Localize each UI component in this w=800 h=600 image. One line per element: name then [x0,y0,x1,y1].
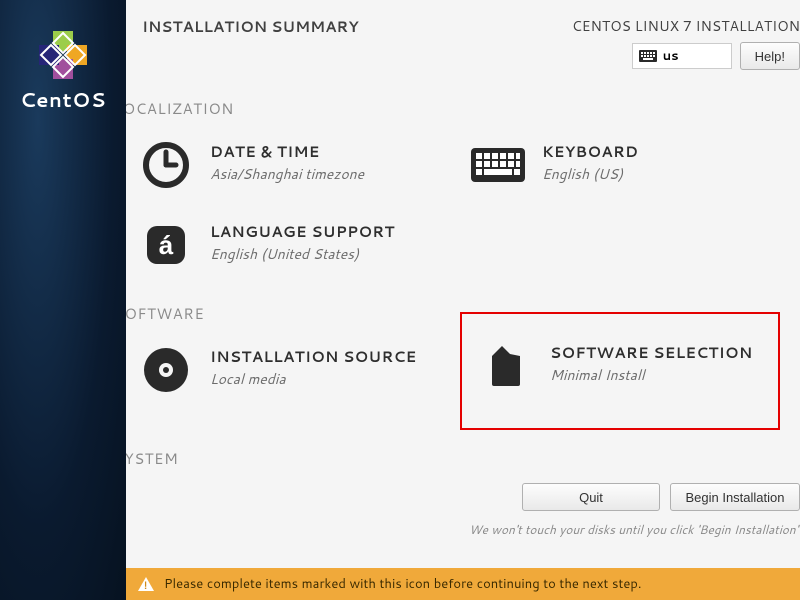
keyboard-layout-indicator[interactable]: us [632,43,732,69]
product-title: CENTOS LINUX 7 INSTALLATION [572,16,800,36]
warning-text: Please complete items marked with this i… [164,575,641,593]
warning-icon [138,577,154,591]
spoke-keyboard[interactable]: KEYBOARD English (US) [452,125,784,205]
spoke-sub: English (United States) [210,244,395,264]
footer-note: We won't touch your disks until you clic… [126,521,800,538]
language-icon: á [136,215,196,275]
clock-icon [136,135,196,195]
keyboard-layout-label: us [663,47,679,65]
svg-text:á: á [159,230,174,260]
footer-actions: Quit Begin Installation We won't touch y… [126,475,800,544]
spoke-sub: Asia/Shanghai timezone [210,164,364,184]
brand-name: CentOS [20,86,106,114]
begin-installation-button[interactable]: Begin Installation [670,483,800,511]
section-system-label: SYSTEM [126,448,784,469]
spoke-software-selection[interactable]: SOFTWARE SELECTION Minimal Install [460,312,780,430]
spoke-title: LANGUAGE SUPPORT [210,221,395,242]
help-button[interactable]: Help! [740,42,800,70]
section-localization-label: LOCALIZATION [126,98,784,119]
page-title: INSTALLATION SUMMARY [142,16,359,70]
keyboard-icon [639,50,657,62]
warning-bar: Please complete items marked with this i… [126,568,800,600]
quit-button[interactable]: Quit [522,483,660,511]
package-icon [476,336,536,396]
centos-logo-icon [38,30,88,80]
spoke-language-support[interactable]: á LANGUAGE SUPPORT English (United State… [126,205,460,285]
spoke-title: KEYBOARD [542,141,638,162]
spoke-installation-source[interactable]: INSTALLATION SOURCE Local media [126,330,460,430]
spoke-title: SOFTWARE SELECTION [550,342,753,363]
brand-logo: CentOS [0,30,126,114]
header: INSTALLATION SUMMARY CENTOS LINUX 7 INST… [126,0,800,80]
disc-icon [136,340,196,400]
spoke-title: INSTALLATION SOURCE [210,346,417,367]
sidebar: CentOS [0,0,126,600]
spoke-sub: English (US) [542,164,638,184]
spoke-sub: Minimal Install [550,365,753,385]
spoke-datetime[interactable]: DATE & TIME Asia/Shanghai timezone [126,125,452,205]
keyboard-large-icon [468,135,528,195]
spoke-sub: Local media [210,369,417,389]
spoke-title: DATE & TIME [210,141,364,162]
